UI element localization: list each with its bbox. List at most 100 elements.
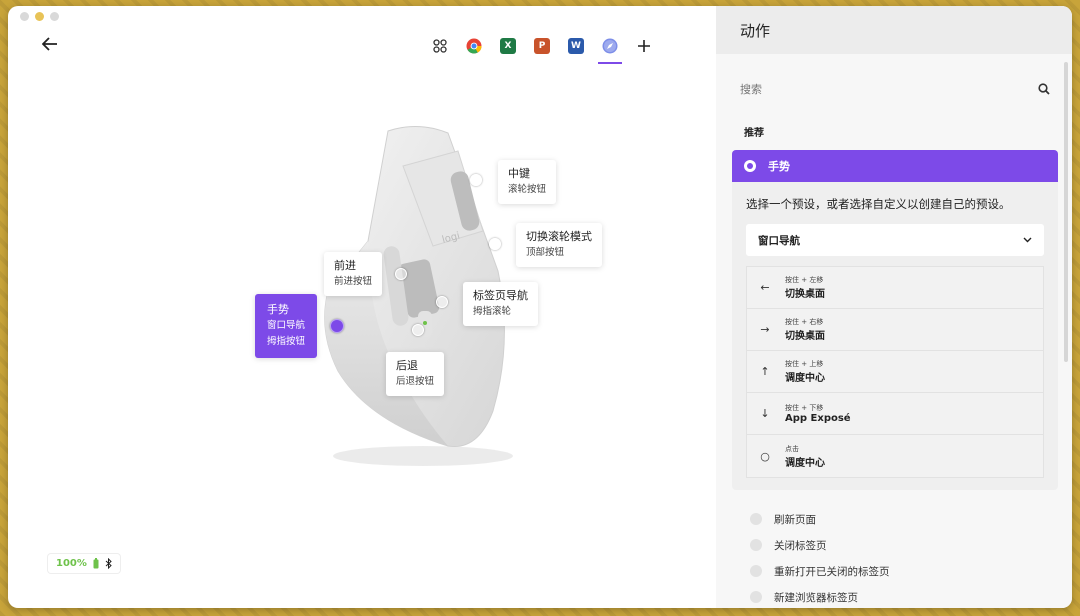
grid-icon <box>433 39 447 53</box>
arrow-up-icon: ↑ <box>760 365 770 378</box>
callout-title: 前进 <box>334 259 356 272</box>
action-option-new-tab[interactable]: 新建浏览器标签页 <box>750 584 890 608</box>
gesture-card: 手势 选择一个预设，或者选择自定义以创建自己的预设。 窗口导航 ← 按住 + 左… <box>732 150 1058 490</box>
gesture-description: 选择一个预设，或者选择自定义以创建自己的预设。 <box>746 197 1011 211</box>
search-icon[interactable] <box>1038 83 1050 95</box>
app-window: X P W logi 中键 滚轮按钮 切换滚轮模式 顶部按钮 前进 前进按钮 标… <box>8 6 1072 608</box>
battery-icon <box>93 558 99 569</box>
gesture-item-left[interactable]: ← 按住 + 左移 切换桌面 <box>747 267 1043 309</box>
callout-line2: 窗口导航 <box>267 320 306 331</box>
action-label: 关闭标签页 <box>774 539 827 552</box>
callout-forward[interactable]: 前进 前进按钮 <box>324 252 383 296</box>
window-controls <box>20 12 59 21</box>
tab-excel[interactable]: X <box>496 34 520 58</box>
powerpoint-icon: P <box>534 38 550 54</box>
gesture-item-right[interactable]: → 按住 + 右移 切换桌面 <box>747 309 1043 351</box>
callout-sub: 前进按钮 <box>334 276 373 287</box>
zoom-window-button[interactable] <box>50 12 59 21</box>
callout-title: 标签页导航 <box>473 289 528 302</box>
gesture-hint: 按住 + 右移 <box>785 318 824 326</box>
close-window-button[interactable] <box>20 12 29 21</box>
actions-panel: 动作 推荐 手势 选择一个预设，或者选择自定义以创建自己的预设。 窗口导航 ← … <box>716 6 1072 608</box>
action-label: 新建浏览器标签页 <box>774 591 858 604</box>
preset-select[interactable]: 窗口导航 <box>746 224 1044 256</box>
action-label: 重新打开已关闭的标签页 <box>774 565 890 578</box>
callout-sub: 后退按钮 <box>396 376 435 387</box>
callout-scroll-mode[interactable]: 切换滚轮模式 顶部按钮 <box>516 223 602 267</box>
excel-icon: X <box>500 38 516 54</box>
gesture-action: 切换桌面 <box>785 289 825 300</box>
tab-chrome[interactable] <box>462 34 486 58</box>
tab-powerpoint[interactable]: P <box>530 34 554 58</box>
search-input[interactable] <box>740 82 1000 96</box>
callout-sub: 顶部按钮 <box>526 247 565 258</box>
callout-back[interactable]: 后退 后退按钮 <box>386 352 445 396</box>
gesture-mapping-list: ← 按住 + 左移 切换桌面 → 按住 + 右移 切换桌面 ↑ 按住 + 上移 调度中… <box>746 266 1044 478</box>
action-option-reopen-tab[interactable]: 重新打开已关闭的标签页 <box>750 558 890 584</box>
arrow-left-icon: ← <box>760 281 770 294</box>
section-title-recommended: 推荐 <box>744 128 764 139</box>
callout-title: 切换滚轮模式 <box>526 230 592 243</box>
other-actions-list: 刷新页面 关闭标签页 重新打开已关闭的标签页 新建浏览器标签页 <box>750 506 890 608</box>
gesture-hint: 点击 <box>785 444 799 453</box>
callout-tab-navigation[interactable]: 标签页导航 拇指滚轮 <box>463 282 538 326</box>
tab-word[interactable]: W <box>564 34 588 58</box>
mouse-stage: logi 中键 滚轮按钮 切换滚轮模式 顶部按钮 前进 前进按钮 标签页导航 拇… <box>8 66 716 606</box>
panel-scrollbar[interactable] <box>1064 62 1068 362</box>
arrow-right-icon: → <box>760 323 770 336</box>
callout-sub: 拇指滚轮 <box>473 306 512 317</box>
callout-middle-button[interactable]: 中键 滚轮按钮 <box>498 160 557 204</box>
callout-gesture[interactable]: 手势 窗口导航 拇指按钮 <box>255 294 318 358</box>
radio-unselected-icon <box>750 565 762 577</box>
radio-unselected-icon <box>750 513 762 525</box>
callout-sub: 滚轮按钮 <box>508 184 547 195</box>
battery-status: 100% <box>48 554 120 573</box>
gesture-option-selected[interactable]: 手势 <box>732 150 1058 182</box>
gesture-item-down[interactable]: ↓ 按住 + 下移 App Exposé <box>747 393 1043 435</box>
safari-icon <box>602 38 618 54</box>
gesture-hint: 按住 + 左移 <box>785 276 824 284</box>
callout-title: 后退 <box>396 359 418 372</box>
radio-unselected-icon <box>750 539 762 551</box>
callout-sub: 拇指按钮 <box>267 336 306 347</box>
plus-icon <box>638 40 650 52</box>
gesture-hint: 按住 + 下移 <box>785 404 824 412</box>
search-row <box>740 78 1050 100</box>
gesture-option-label: 手势 <box>768 160 790 173</box>
gesture-item-click[interactable]: ○ 点击调度中心 <box>747 435 1043 477</box>
action-option-refresh[interactable]: 刷新页面 <box>750 506 890 532</box>
circle-icon: ○ <box>760 449 770 463</box>
gesture-action: App Exposé <box>785 413 851 424</box>
radio-unselected-icon <box>750 591 762 603</box>
tab-all-apps[interactable] <box>428 34 452 58</box>
word-icon: W <box>568 38 584 54</box>
callout-title: 中键 <box>508 167 530 180</box>
hotspot-gesture-button[interactable] <box>330 319 344 333</box>
add-app-button[interactable] <box>632 34 656 58</box>
gesture-action: 调度中心 <box>785 457 825 469</box>
gesture-action: 切换桌面 <box>785 331 825 342</box>
back-arrow-icon[interactable] <box>41 36 62 52</box>
application-tabs: X P W <box>428 34 656 64</box>
preset-value: 窗口导航 <box>758 234 800 247</box>
hotspot-thumb-wheel[interactable] <box>436 296 448 308</box>
action-label: 刷新页面 <box>774 513 816 526</box>
radio-selected-icon <box>744 160 756 172</box>
action-option-close-tab[interactable]: 关闭标签页 <box>750 532 890 558</box>
hotspot-scroll-mode[interactable] <box>489 238 501 250</box>
battery-percent: 100% <box>56 558 87 569</box>
hotspot-middle-button[interactable] <box>470 174 482 186</box>
gesture-action: 调度中心 <box>785 373 825 384</box>
bluetooth-icon <box>105 558 112 569</box>
callout-title: 手势 <box>267 303 289 316</box>
hotspot-forward[interactable] <box>395 268 407 280</box>
tab-safari[interactable] <box>598 34 622 64</box>
arrow-down-icon: ↓ <box>760 407 770 420</box>
chrome-icon <box>466 38 482 54</box>
gesture-hint: 按住 + 上移 <box>785 360 824 368</box>
minimize-window-button[interactable] <box>35 12 44 21</box>
gesture-item-up[interactable]: ↑ 按住 + 上移 调度中心 <box>747 351 1043 393</box>
chevron-down-icon <box>1023 237 1032 243</box>
hotspot-back[interactable] <box>412 324 424 336</box>
panel-title: 动作 <box>716 6 1072 54</box>
